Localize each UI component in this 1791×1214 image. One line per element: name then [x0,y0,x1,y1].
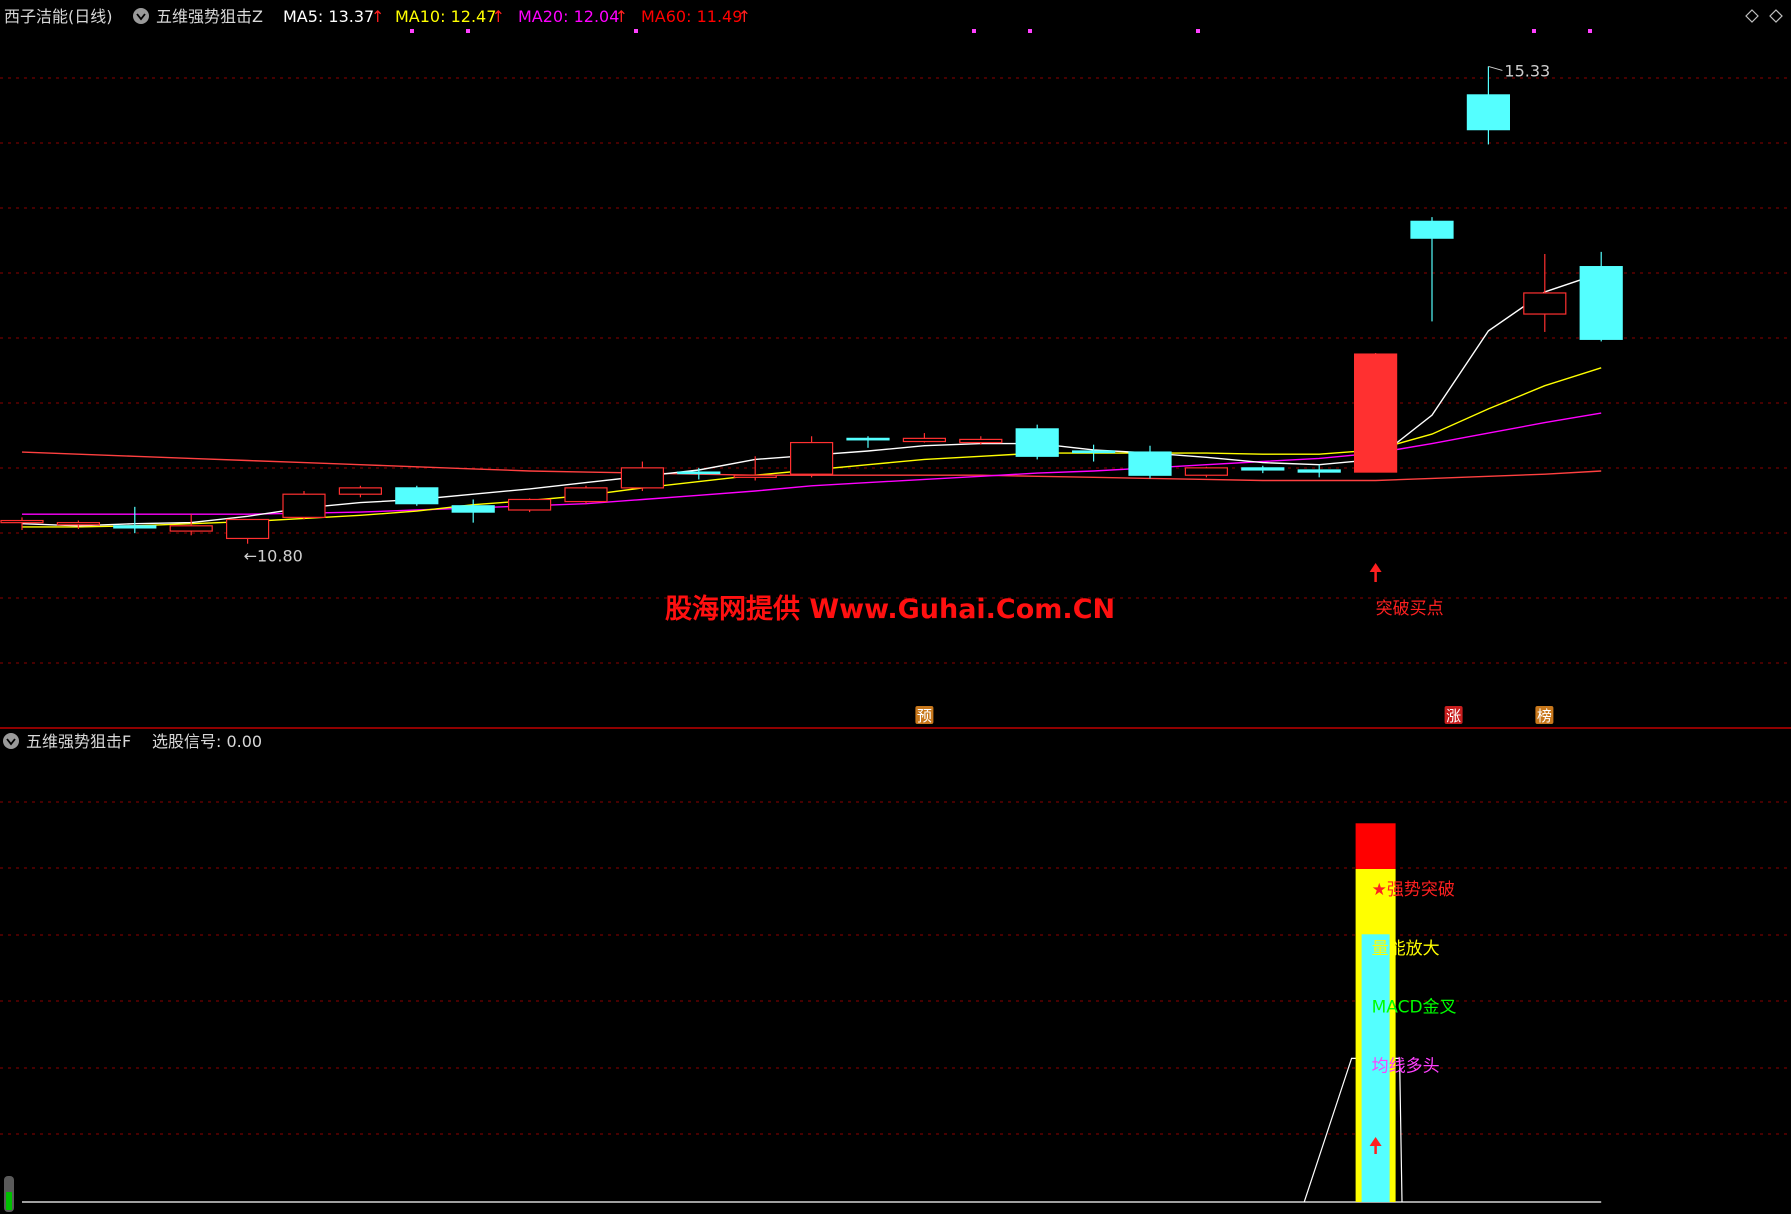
lower-indicator-dropdown-icon[interactable] [3,733,19,749]
stock-name: 西子洁能(日线) [4,7,113,26]
watermark-text: 股海网提供 Www.Guhai.Com.CN [665,594,1115,625]
signal-dot [1196,29,1200,33]
signal-bar-chart: ★强势突破量能放大 MACD金叉均线多头 [22,823,1602,1203]
candle [1523,253,1567,332]
signal-label: 量能放大 [1372,939,1440,959]
candle-body [1128,451,1172,476]
candle [1241,465,1285,474]
candle [1353,353,1398,473]
candle [56,520,101,529]
ma-legend-item: MA5: 13.37 [283,7,374,26]
candle-body [902,437,947,443]
ma-arrow-icon: ↑ [738,7,751,26]
signal-dot [1028,29,1032,33]
candle [789,436,834,478]
candle-body [1015,428,1059,457]
signal-label: ★强势突破 [1372,880,1455,900]
candle [620,461,665,492]
badge: 预 [915,706,934,725]
signal-dot [634,29,638,33]
signal-label: 均线多头 [1372,1056,1440,1076]
high-pointer [1488,65,1503,71]
candle-body [959,438,1003,444]
candle [338,485,382,498]
ma-arrow-icon: ↑ [615,7,628,26]
candle [1579,251,1623,342]
signal-dot [1588,29,1592,33]
candle-body [620,467,665,489]
candle-body [846,437,890,441]
lower-header: 五维强势狙击F 选股信号: 0.00 [3,732,262,751]
candle [1297,464,1341,478]
candle [846,436,890,448]
candle [564,485,608,504]
indicator-dropdown-icon[interactable] [133,8,149,24]
candle-body [789,441,834,475]
candle [282,491,326,520]
badge-label: 预 [917,707,932,725]
high-price-label: 15.33 [1504,61,1550,80]
candle-body [226,518,270,540]
badge: 涨 [1444,706,1463,725]
scroll-handle[interactable] [4,1176,14,1212]
candle-body [1410,220,1454,239]
buy-arrow-icon [1369,563,1382,572]
candle-body [338,487,382,495]
candle-body [677,471,721,475]
chart-canvas: 西子洁能(日线) 五维强势狙击Z MA5: 13.37↑ MA10: 12.47↑… [0,7,1791,1212]
signal-bar-top [1355,823,1396,869]
candle-body [0,519,44,524]
candle-body [1353,353,1398,473]
badge-label: 涨 [1446,707,1461,725]
badge: 榜 [1535,706,1554,725]
signal-dot [466,29,470,33]
lower-indicator-name: 五维强势狙击F [26,732,131,751]
signal-label: MACD金叉 [1372,998,1457,1018]
ma-legend-item: MA10: 12.47 [395,7,496,26]
candle-body [282,493,326,518]
low-price-label: ←10.80 [244,547,303,566]
candle-body [1184,467,1229,476]
candle [902,433,947,443]
buy-point-label: 突破买点 [1376,599,1444,619]
candle-body [395,487,439,505]
candle-body [1466,94,1511,131]
candle-body [1071,450,1116,454]
ma-legend: MA5: 13.37↑ MA10: 12.47↑ MA20: 12.04↑ MA60:… [283,7,751,26]
candle-body [169,525,213,532]
candle-body [564,487,608,503]
ma-arrow-icon: ↑ [371,7,384,26]
candle [1410,217,1454,322]
candle [226,518,270,544]
badge-label: 榜 [1537,707,1552,725]
diamond-icon-2[interactable] [1769,9,1783,23]
candle [677,467,721,480]
ma-legend-item: MA60: 11.49 [641,7,742,26]
candle [395,485,439,506]
upper-header: 西子洁能(日线) 五维强势狙击Z MA5: 13.37↑ MA10: 12.47↑… [4,7,1783,26]
candle [1184,466,1229,478]
ma-arrow-icon: ↑ [492,7,505,26]
candle [508,498,552,513]
indicator-name: 五维强势狙击Z [156,7,263,26]
candle [113,506,157,534]
candle-body [733,474,777,478]
candle-body [508,498,552,511]
candle-body [1579,266,1623,340]
candle-body [113,525,157,529]
signal-dot [972,29,976,33]
diamond-icon[interactable] [1745,9,1759,23]
stock-chart-window: 西子洁能(日线) 五维强势狙击Z MA5: 13.37 ↑ MA10: 12.47 ↑… [0,0,1791,1214]
signal-dot [410,29,414,33]
candle-body [1241,467,1285,471]
candle-body [451,505,495,513]
candle [1015,424,1059,460]
signal-value: 选股信号: 0.00 [152,732,262,751]
candle-body [1523,292,1567,315]
signal-dot [1532,29,1536,33]
candle-body [56,522,101,526]
ma-legend-item: MA20: 12.04 [518,7,619,26]
candle [1128,445,1172,479]
candle-body [1297,469,1341,473]
